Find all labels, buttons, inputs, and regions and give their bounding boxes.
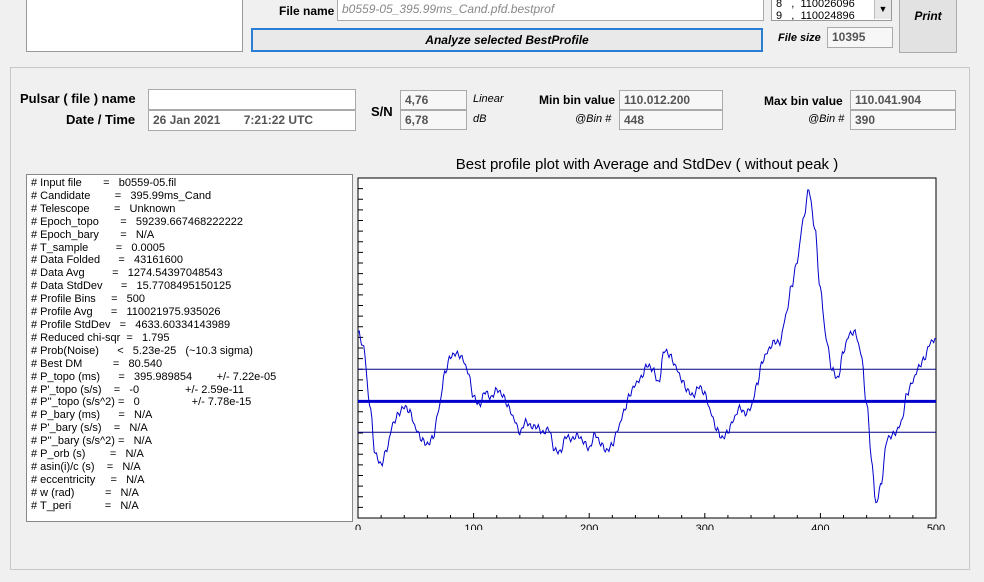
file-size-field: 10395 [827,27,893,48]
x-tick-label: 400 [811,523,829,530]
analyze-button-label: Analyze selected BestProfile [425,33,589,47]
sn-linear-field: 4,76 [400,90,467,110]
info-line: # Best DM = 80.540 [31,357,163,370]
sn-linear-label: Linear [473,93,504,105]
info-line: # Data Avg = 1274.54397048543 [31,267,223,280]
x-tick-label: 200 [580,523,598,530]
info-line: # Prob(Noise) < 5.23e-25 (~10.3 sigma) [31,344,253,357]
dropdown-arrow-icon[interactable]: ▼ [874,0,891,19]
info-line: # P_bary (ms) = N/A [31,409,153,422]
min-at-bin-label: @Bin # [575,113,612,125]
max-bin-field: 110.041.904 [850,90,956,110]
info-line: # Input file = b0559-05.fil [31,177,177,189]
x-tick-label: 300 [696,523,714,530]
info-line: # Data StdDev = 15.7708495150125 [31,280,232,293]
file-list-box[interactable] [26,0,243,52]
bin-list-item[interactable]: 8 , 110026096 [776,0,855,10]
x-tick-label: 100 [464,523,482,530]
max-at-bin-field: 390 [850,110,956,130]
min-bin-label: Min bin value [539,93,616,107]
sn-db-field: 6,78 [400,110,467,130]
min-bin-field: 110.012.200 [619,90,723,110]
info-box: # Input file = b0559-05.fil # Candidate =… [26,174,353,522]
info-line: # Profile Avg = 110021975.935026 [31,306,221,319]
info-line: # asin(i)/c (s) = N/A [31,460,141,473]
pulsar-name-label: Pulsar ( file ) name [20,91,136,106]
time-value: 7:21:22 UTC [243,113,314,127]
bin-list-item[interactable]: 9 , 110024896 [776,10,855,20]
info-line: # eccentricity = N/A [31,473,145,486]
datetime-field[interactable]: 26 Jan 2021 7:21:22 UTC [148,110,356,131]
max-bin-label: Max bin value [764,94,843,108]
info-line: # Epoch_topo = 59239.667468222222 [31,215,243,228]
analyze-button[interactable]: Analyze selected BestProfile [251,28,763,52]
info-line: # Profile StdDev = 4633.60334143989 [31,318,231,331]
x-tick-label: 0 [355,523,361,530]
plot-area [357,177,937,519]
info-line: # Candidate = 395.99ms_Cand [31,189,212,202]
info-line: # P'_topo (s/s) = -0 +/- 2.59e-11 [31,383,244,396]
info-line: # P_topo (ms) = 395.989854 +/- 7.22e-05 [31,370,277,383]
file-name-field[interactable]: b0559-05_395.99ms_Cand.pfd.bestprof [337,0,764,21]
info-line: # P'_bary (s/s) = N/A [31,422,148,435]
sn-label: S/N [371,104,393,119]
info-line: # Data Folded = 43161600 [31,254,183,267]
info-line: # Profile Bins = 500 [31,293,146,306]
info-line: # P''_bary (s/s^2) = N/A [31,435,152,448]
print-button-label: Print [914,9,942,23]
profile-chart: Best profile plot with Average and StdDe… [355,156,945,530]
info-line: # Telescope = Unknown [31,202,176,215]
print-button[interactable]: Print [899,0,957,53]
chart-title: Best profile plot with Average and StdDe… [456,156,838,173]
info-line: # T_sample = 0.0005 [31,241,166,254]
datetime-label: Date / Time [66,112,136,127]
info-line: # w (rad) = N/A [31,486,139,499]
info-line: # P''_topo (s/s^2) = 0 +/- 7.78e-15 [31,396,252,409]
info-line: # T_peri = N/A [31,499,139,512]
x-tick-label: 500 [927,523,945,530]
max-at-bin-label: @Bin # [808,113,845,125]
pulsar-name-field[interactable] [148,89,356,110]
file-name-label: File name [279,4,335,18]
bin-list-box[interactable]: 8 , 110026096 9 , 110024896 ▼ [771,0,892,21]
info-line: # Epoch_bary = N/A [31,228,155,241]
file-size-label: File size [778,32,821,44]
info-line: # P_orb (s) = N/A [31,448,144,461]
info-line: # Reduced chi-sqr = 1.795 [31,331,170,344]
date-value: 26 Jan 2021 [153,113,221,127]
min-at-bin-field: 448 [619,110,723,130]
sn-db-label: dB [473,113,487,125]
